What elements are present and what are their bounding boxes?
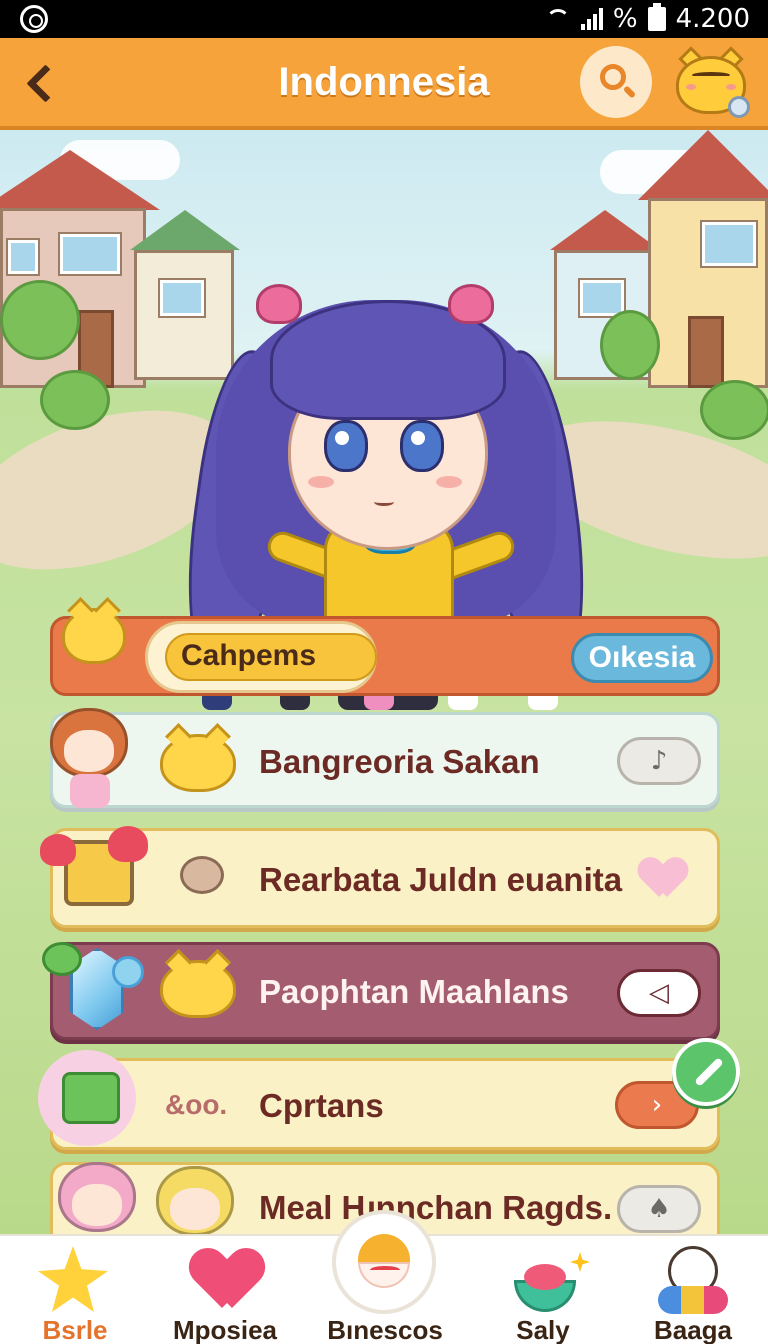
flower-box-icon (62, 1072, 120, 1124)
list-item-label: Bangreoria Sakan (259, 743, 540, 780)
cat-face-icon (160, 734, 236, 792)
heart-icon (194, 1250, 260, 1310)
heart-icon (108, 826, 148, 862)
list-item[interactable]: &oo. Cprtans › (50, 1058, 720, 1150)
ghost-icon (658, 1246, 728, 1316)
hair-bow-icon (256, 284, 302, 324)
house-right (638, 130, 768, 390)
bear-mascot-icon (62, 608, 126, 664)
nav-label: Baaga (653, 1315, 733, 1344)
nav-item-binescos[interactable]: Bınescos (310, 1210, 460, 1344)
nav-item-saly[interactable]: Saly (468, 1236, 618, 1344)
page-title: Indonnesia (278, 60, 490, 104)
nav-label: Saly (516, 1315, 570, 1344)
egg-icon (332, 1210, 436, 1314)
status-bar: % 4.200 (0, 0, 768, 38)
bear-icon (180, 856, 224, 894)
leaf-icon (42, 942, 82, 976)
chibi-girl-icon (44, 708, 134, 808)
bubble-icon (112, 956, 144, 988)
list-item[interactable]: Bangreoria Sakan ♪ (50, 712, 720, 808)
app-header: Indonnesia (0, 38, 768, 130)
battery-text: % (612, 4, 638, 34)
list-item[interactable]: Rearbata Juldn euanita (50, 828, 720, 928)
row-toggle[interactable]: ♪ (617, 737, 701, 785)
favorite-heart-icon[interactable] (641, 859, 685, 899)
wifi-icon (545, 9, 571, 29)
heart-icon (40, 834, 76, 866)
clock: 4.200 (675, 4, 750, 34)
cat-face-icon (160, 960, 236, 1018)
verified-badge-icon (728, 96, 750, 118)
list-item-prefix: &oo. (165, 1089, 228, 1120)
notification-icon (20, 5, 48, 33)
nav-item-bsrle[interactable]: Bsrle (0, 1236, 150, 1344)
row-toggle[interactable]: ♠ (617, 1185, 701, 1233)
category-label: Cahpems (181, 639, 317, 672)
featured-action-button[interactable]: Oıkesia (571, 633, 713, 683)
nav-label: Bınescos (327, 1315, 443, 1344)
list-item-label: Rearbata Juldn euanita (259, 861, 623, 898)
list-item-label: Meal Ƕnnchan Ragds. (259, 1189, 613, 1226)
signal-icon (580, 8, 603, 30)
nav-label: Mposiea (172, 1315, 278, 1344)
search-button[interactable] (580, 46, 652, 118)
row-toggle[interactable]: ◁ (617, 969, 701, 1017)
nav-label: Bsrle (42, 1315, 108, 1344)
edit-fab-button[interactable] (672, 1038, 740, 1106)
battery-icon (647, 3, 666, 31)
list-item-label: Cprtans (259, 1087, 384, 1124)
profile-avatar-button[interactable] (674, 46, 750, 118)
bowl-icon (514, 1252, 590, 1312)
star-icon (38, 1246, 108, 1312)
nav-item-mposiea[interactable]: Mposiea (150, 1236, 300, 1344)
list-item-label: Paophtan Maahlans (259, 973, 569, 1010)
search-icon (600, 64, 626, 90)
nav-item-baaga[interactable]: Baaga (618, 1236, 768, 1344)
featured-row[interactable]: Cahpems Oıkesia (50, 616, 720, 696)
hair-bow-icon (448, 284, 494, 324)
list-item[interactable]: Paophtan Maahlans ◁ (50, 942, 720, 1040)
bottom-nav: Bsrle Mposiea Bınescos Saly Baaga (0, 1210, 768, 1344)
